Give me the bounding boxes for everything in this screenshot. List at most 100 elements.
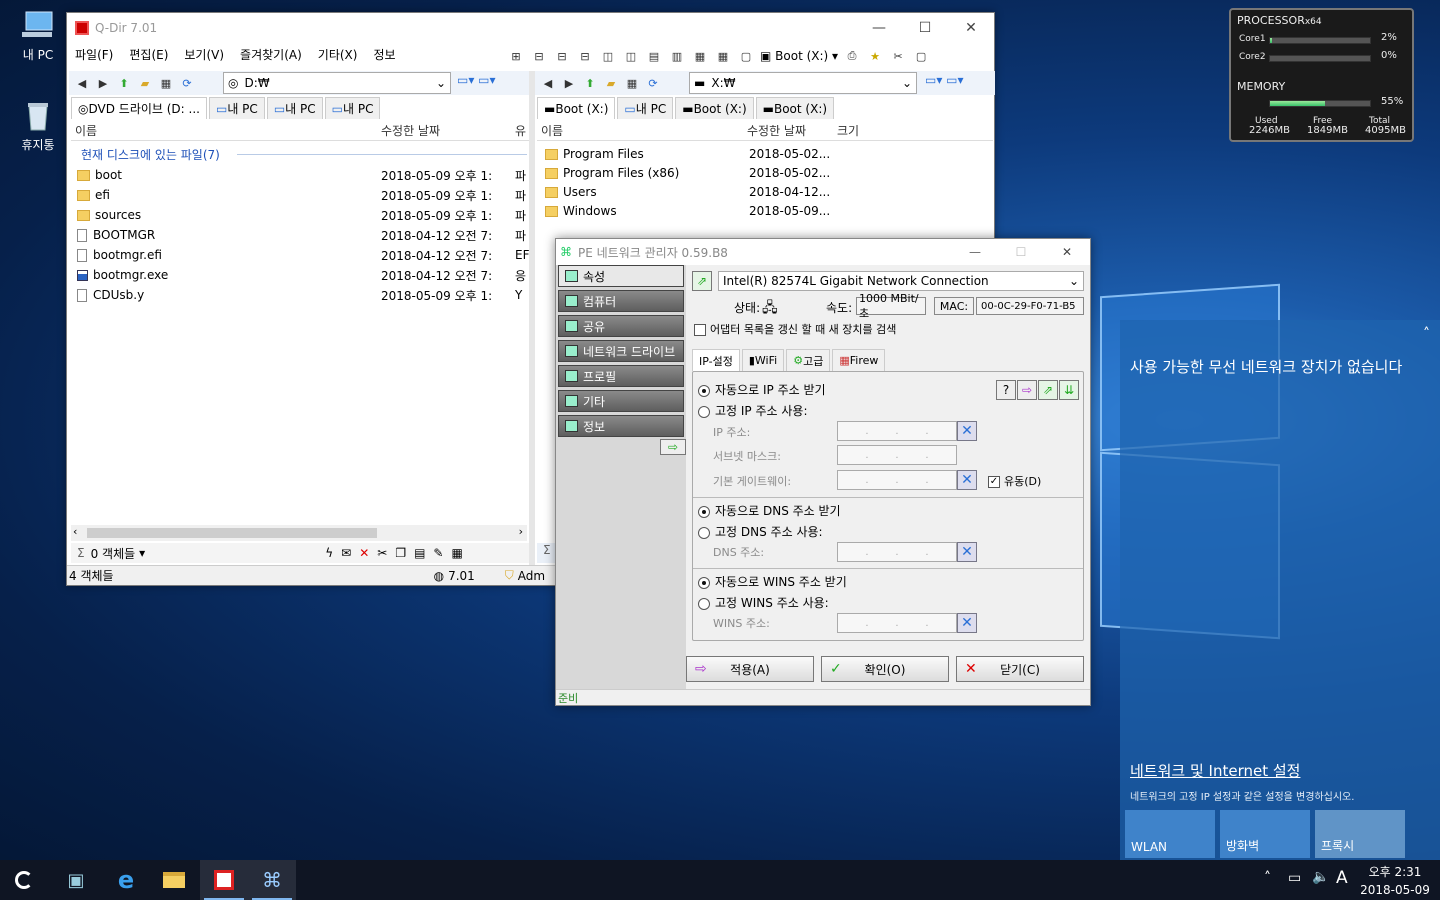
close-dialog-button[interactable]: ✕ 닫기(C) — [956, 656, 1084, 682]
mail-icon[interactable]: ✉ — [341, 546, 351, 560]
expand-icon[interactable]: ⇊ — [1059, 380, 1079, 400]
menu-view[interactable]: 보기(V) — [184, 46, 224, 63]
file-row[interactable]: bootmgr.exe 2018-04-12 오전 7: 응 — [77, 265, 533, 285]
layout-icon[interactable]: ▦ — [691, 47, 709, 65]
tab-my-pc[interactable]: ▭ 내 PC — [266, 97, 323, 119]
lightning-icon[interactable]: ϟ — [325, 546, 333, 560]
file-row[interactable]: efi 2018-05-09 오후 1: 파 — [77, 185, 533, 205]
help-icon[interactable]: ? — [996, 380, 1016, 400]
tab-boot-drive[interactable]: ▬ Boot (X:) — [537, 97, 616, 119]
file-row[interactable]: boot 2018-05-09 오후 1: 파 — [77, 165, 533, 185]
ime-indicator[interactable]: A — [1336, 868, 1348, 888]
adapter-select[interactable]: Intel(R) 82574L Gigabit Network Connecti… — [718, 271, 1084, 291]
horizontal-scrollbar[interactable]: ‹ › — [71, 525, 527, 541]
menu-edit[interactable]: 편집(E) — [129, 46, 168, 63]
minimize-button[interactable]: — — [856, 13, 902, 43]
tab-wifi[interactable]: ▮ WiFi — [741, 349, 785, 371]
dynamic-checkbox[interactable]: ✓ 유동(D) — [988, 473, 1041, 489]
file-row[interactable]: bootmgr.efi 2018-04-12 오전 7: EF — [77, 245, 533, 265]
view-icon[interactable]: ▦ — [157, 74, 175, 92]
subnet-mask-field[interactable]: ... — [837, 445, 957, 465]
dns-auto-radio[interactable]: 자동으로 DNS 주소 받기 — [698, 502, 841, 519]
menu-file[interactable]: 파일(F) — [75, 46, 113, 63]
nav-other[interactable]: 기타 — [558, 390, 684, 412]
forward-icon[interactable]: ▶ — [94, 74, 112, 92]
clear-wins-icon[interactable]: ✕ — [957, 613, 977, 633]
ip-address-field[interactable]: ... — [837, 421, 957, 441]
radio[interactable] — [698, 384, 710, 397]
radio[interactable] — [698, 526, 710, 539]
pane-splitter[interactable] — [529, 71, 535, 565]
nav-profile[interactable]: 프로필 — [558, 365, 684, 387]
dialog-titlebar[interactable]: ⌘ PE 네트워크 관리자 0.59.B8 — ☐ ✕ — [556, 239, 1090, 265]
edit-icon[interactable]: ✎ — [433, 546, 443, 560]
file-row[interactable]: CDUsb.y 2018-05-09 오후 1: Y — [77, 285, 533, 305]
layout-icon[interactable]: ⊟ — [553, 47, 571, 65]
folder-row[interactable]: Users 2018-04-12... — [545, 182, 985, 202]
layout-icon[interactable]: ▥ — [668, 47, 686, 65]
collapse-chevron-icon[interactable]: ˄ — [1423, 326, 1430, 342]
column-size[interactable]: 크기 — [837, 122, 859, 139]
tab-firewall[interactable]: ▦ Firew — [832, 349, 886, 371]
column-name[interactable]: 이름 — [75, 122, 97, 139]
desktop-icon-my-pc[interactable]: 내 PC — [8, 10, 68, 63]
tile-proxy[interactable]: 프록시 — [1315, 810, 1405, 858]
tab-boot-drive[interactable]: ▬ Boot (X:) — [755, 97, 835, 119]
layout-icon[interactable]: ◫ — [599, 47, 617, 65]
gateway-field[interactable]: ... — [837, 470, 957, 490]
nav-network-drive[interactable]: 네트워크 드라이브 — [558, 340, 684, 362]
file-row[interactable]: BOOTMGR 2018-04-12 오전 7: 파 — [77, 225, 533, 245]
qdir-titlebar[interactable]: Q-Dir 7.01 — ☐ ✕ — [67, 13, 994, 43]
minimize-button[interactable]: — — [952, 239, 998, 265]
nav-computer[interactable]: 컴퓨터 — [558, 290, 684, 312]
clear-gateway-icon[interactable]: ✕ — [957, 470, 977, 490]
radio[interactable] — [698, 576, 710, 589]
ip-auto-radio[interactable]: 자동으로 IP 주소 받기 — [698, 381, 826, 398]
delete-icon[interactable]: ✕ — [359, 546, 369, 560]
nav-properties[interactable]: 속성 — [558, 265, 684, 287]
tab-my-pc[interactable]: ▭ 내 PC — [208, 97, 265, 119]
right-monitor-icons[interactable]: ▭▾ ▭▾ — [925, 73, 964, 87]
layout-icon[interactable]: ▤ — [645, 47, 663, 65]
left-address-bar[interactable]: ◎ D:₩ ⌄ — [223, 72, 451, 94]
folder-row[interactable]: Program Files 2018-05-02... — [545, 144, 985, 164]
ok-button[interactable]: ✓ 확인(O) — [821, 656, 949, 682]
apply-button[interactable]: ⇨ 적용(A) — [686, 656, 814, 682]
up-folder-icon[interactable]: ⬆ — [115, 74, 133, 92]
menu-info[interactable]: 정보 — [373, 46, 395, 63]
tile-firewall[interactable]: 방화벽 — [1220, 810, 1310, 858]
star-icon[interactable]: ★ — [866, 47, 884, 65]
menu-favorites[interactable]: 즐겨찾기(A) — [240, 46, 302, 63]
refresh-icon[interactable]: ⟳ — [644, 74, 662, 92]
forward-icon[interactable]: ▶ — [560, 74, 578, 92]
pe-network-taskbar-icon[interactable]: ⌘ — [248, 860, 296, 900]
layout-icon[interactable]: ▦ — [714, 47, 732, 65]
scrollbar-thumb[interactable] — [87, 528, 377, 538]
checkbox[interactable]: ✓ — [988, 476, 1000, 488]
wins-static-radio[interactable]: 고정 WINS 주소 사용: — [698, 594, 829, 611]
chevron-down-icon[interactable]: ⌄ — [902, 76, 912, 90]
nav-share[interactable]: 공유 — [558, 315, 684, 337]
start-icon[interactable] — [0, 860, 48, 900]
wins-address-field[interactable]: ... — [837, 613, 957, 633]
clock[interactable]: 오후 2:31 2018-05-09 — [1360, 863, 1430, 897]
drive-button[interactable]: ▣ Boot (X:) ▾ — [760, 49, 838, 63]
refresh-icon[interactable]: ⟳ — [178, 74, 196, 92]
tile-wlan[interactable]: WLAN — [1125, 810, 1215, 858]
clear-ip-icon[interactable]: ✕ — [957, 421, 977, 441]
checkbox[interactable] — [694, 324, 706, 336]
export-icon[interactable]: ⇗ — [692, 271, 712, 291]
dns-static-radio[interactable]: 고정 DNS 주소 사용: — [698, 523, 823, 540]
left-monitor-icons[interactable]: ▭▾ ▭▾ — [457, 73, 496, 87]
ip-static-radio[interactable]: 고정 IP 주소 사용: — [698, 402, 808, 419]
folder-row[interactable]: Windows 2018-05-09... — [545, 201, 985, 221]
scroll-right-icon[interactable]: › — [519, 525, 523, 538]
internet-explorer-icon[interactable]: e — [102, 860, 150, 900]
arrow-right-icon[interactable]: ⇨ — [660, 439, 686, 455]
maximize-button[interactable]: ☐ — [998, 239, 1044, 265]
volume-icon[interactable]: 🔈 — [1312, 869, 1329, 885]
layout-icon[interactable]: ⊞ — [507, 47, 525, 65]
file-explorer-icon[interactable] — [150, 860, 198, 900]
refresh-devices-checkbox[interactable]: 어댑터 목록을 갱신 할 때 새 장치를 검색 — [694, 321, 896, 337]
up-folder-icon[interactable]: ⬆ — [581, 74, 599, 92]
